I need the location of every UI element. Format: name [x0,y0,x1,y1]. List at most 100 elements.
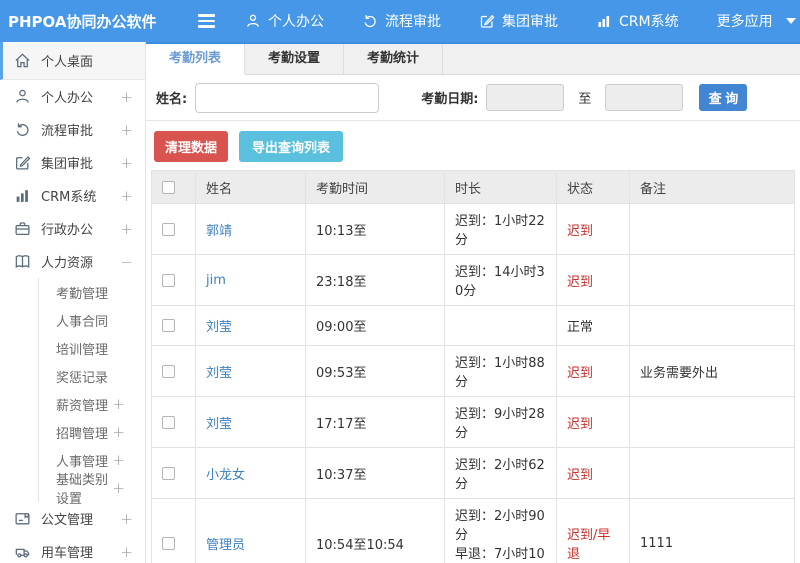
document-icon [14,510,31,527]
expand-icon[interactable]: + [120,187,133,205]
row-checkbox[interactable] [162,415,175,429]
status-text: 迟到 [567,416,594,432]
note [629,305,795,346]
main-content: 考勤列表 考勤设置 考勤统计 姓名: 考勤日期: 至 查 询 清理数据 导出查询… [146,42,800,563]
sidebar-item-vehicle-management[interactable]: 用车管理 + [0,535,145,563]
search-button[interactable]: 查 询 [699,84,748,111]
user-icon [14,88,31,105]
top-header: PHPOA协同办公软件 个人办公 流程审批 集团审批 CRM系统 更多应用 [0,0,800,42]
sidebar-item-group-approval[interactable]: 集团审批 + [0,146,145,179]
sidebar-item-process-approval[interactable]: 流程审批 + [0,113,145,146]
expand-icon[interactable]: + [120,220,133,238]
expand-icon[interactable]: + [120,121,133,139]
table-row: 刘莹 09:53至 迟到：1小时88分 迟到 业务需要外出 [151,345,795,397]
topnav-process-approval[interactable]: 流程审批 [362,11,441,31]
status-text: 迟到 [567,365,594,381]
expand-icon[interactable]: + [112,395,125,413]
status-text: 正常 [567,320,594,335]
filter-bar: 姓名: 考勤日期: 至 查 询 [146,75,800,121]
employee-name-link[interactable]: 刘莹 [206,417,232,432]
attendance-table: 姓名 考勤时间 时长 状态 备注 郭靖 10:13至 迟到：1小时22分 迟到 [151,170,795,563]
sidebar-item-personal-desktop[interactable]: 个人桌面 [0,42,145,80]
row-checkbox[interactable] [162,364,175,378]
expand-icon[interactable]: + [112,479,125,497]
book-icon [14,253,31,270]
topnav-personal-office[interactable]: 个人办公 [245,11,324,31]
date-to-input[interactable] [605,84,684,111]
export-list-button[interactable]: 导出查询列表 [239,131,344,162]
employee-name-link[interactable]: 郭靖 [206,224,232,239]
process-icon [14,121,31,138]
duration: 迟到：1小时88分 [444,345,557,397]
name-filter-label: 姓名: [156,92,188,107]
sidebar-subitem-training-management[interactable]: 培训管理 [39,334,145,362]
name-filter-input[interactable] [195,82,380,113]
tab-attendance-list[interactable]: 考勤列表 [146,44,246,75]
action-buttons: 清理数据 导出查询列表 [146,121,800,170]
tab-attendance-settings[interactable]: 考勤设置 [245,44,345,74]
attendance-time: 10:37至 [305,447,445,499]
table-row: 刘莹 09:00至 正常 [151,305,795,346]
topnav-crm-system[interactable]: CRM系统 [596,11,679,31]
sidebar-subitem-salary-management[interactable]: 薪资管理 + [39,390,145,418]
status-text: 迟到 [567,467,594,483]
sidebar-item-crm-system[interactable]: CRM系统 + [0,179,145,212]
home-icon [14,52,31,69]
hamburger-menu-icon[interactable] [198,11,215,31]
sidebar-subitem-base-category-settings[interactable]: 基础类别设置 + [39,473,145,507]
sidebar-item-administrative-office[interactable]: 行政办公 + [0,212,145,245]
employee-name-link[interactable]: jim [206,273,226,288]
app-logo: PHPOA协同办公软件 [8,12,157,31]
attendance-time: 23:18至 [305,254,445,306]
sidebar-item-human-resources[interactable]: 人力资源 − [0,245,145,278]
status-text: 迟到 [567,274,594,290]
expand-icon[interactable]: + [120,543,133,561]
row-checkbox[interactable] [162,466,175,480]
attendance-table-wrap: 姓名 考勤时间 时长 状态 备注 郭靖 10:13至 迟到：1小时22分 迟到 [151,170,795,563]
sidebar: 个人桌面 个人办公 + 流程审批 + 集团审批 + CRM系统 + 行政办公 + [0,42,146,563]
date-to-label: 至 [578,92,592,107]
note [629,447,795,499]
expand-icon[interactable]: + [112,451,125,469]
header-status: 状态 [556,170,630,204]
note: 业务需要外出 [629,345,795,397]
employee-name-link[interactable]: 刘莹 [206,320,232,335]
note [629,254,795,306]
sidebar-subitem-rewards-punishments[interactable]: 奖惩记录 [39,362,145,390]
header-name: 姓名 [195,170,306,204]
header-note: 备注 [629,170,795,204]
table-header-row: 姓名 考勤时间 时长 状态 备注 [151,170,795,204]
expand-icon[interactable]: + [120,88,133,106]
employee-name-link[interactable]: 刘莹 [206,366,232,381]
sidebar-item-personal-office[interactable]: 个人办公 + [0,80,145,113]
process-icon [362,13,378,29]
sidebar-subitem-personnel-contract[interactable]: 人事合同 [39,306,145,334]
row-checkbox[interactable] [162,536,175,550]
tab-attendance-statistics[interactable]: 考勤统计 [344,44,444,74]
duration: 迟到：1小时22分 [444,203,557,255]
row-checkbox[interactable] [162,222,175,236]
topnav-more-apps[interactable]: 更多应用 [717,11,796,31]
collapse-icon[interactable]: − [120,253,133,271]
row-checkbox[interactable] [162,319,175,332]
employee-name-link[interactable]: 管理员 [206,538,245,553]
duration [444,305,557,346]
attendance-time: 10:54至10:54 [305,498,445,563]
select-all-checkbox[interactable] [162,180,175,194]
sidebar-subitem-attendance-management[interactable]: 考勤管理 [39,278,145,306]
expand-icon[interactable]: + [112,423,125,441]
date-from-input[interactable] [486,84,565,111]
employee-name-link[interactable]: 小龙女 [206,468,245,483]
row-checkbox[interactable] [162,273,175,287]
expand-icon[interactable]: + [120,154,133,172]
car-icon [14,543,31,560]
status-text: 迟到 [567,223,594,239]
note [629,203,795,255]
header-attendance-time: 考勤时间 [305,170,445,204]
topnav-group-approval[interactable]: 集团审批 [479,11,558,31]
attendance-time: 10:13至 [305,203,445,255]
top-navigation: 个人办公 流程审批 集团审批 CRM系统 更多应用 [245,11,800,31]
expand-icon[interactable]: + [120,510,133,528]
sidebar-subitem-recruitment-management[interactable]: 招聘管理 + [39,418,145,446]
clean-data-button[interactable]: 清理数据 [154,131,229,162]
